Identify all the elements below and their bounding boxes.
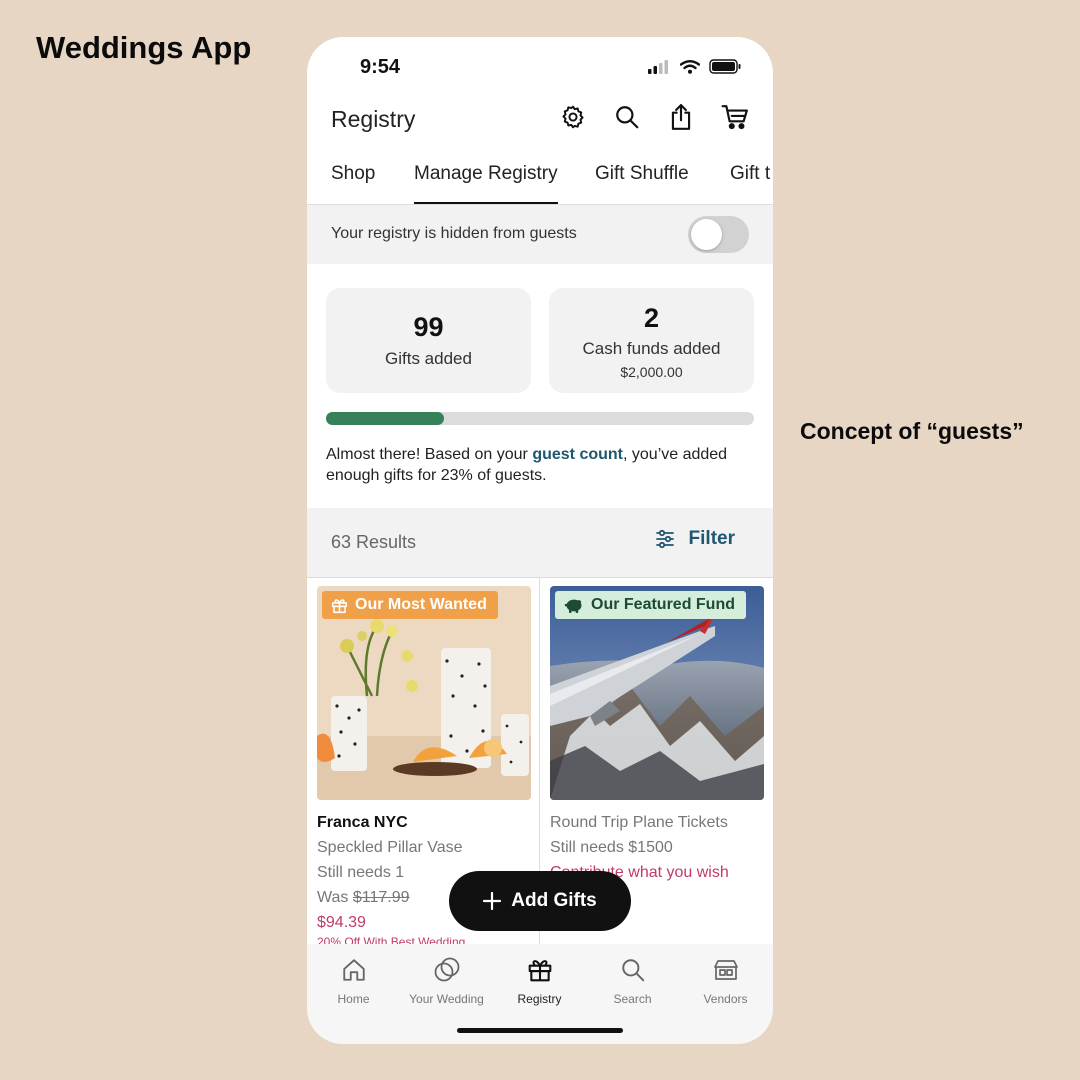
- rings-icon: [434, 957, 459, 982]
- status-time: 9:54: [360, 56, 401, 78]
- nav-registry-label: Registry: [517, 992, 562, 1006]
- battery-icon: [709, 59, 741, 79]
- filter-button[interactable]: Filter: [655, 528, 735, 550]
- tab-gift-truncated[interactable]: Gift t: [730, 163, 770, 204]
- status-bar: 9:54: [307, 37, 773, 97]
- gifts-label: Gifts added: [385, 349, 472, 368]
- grid-divider-horizontal: [307, 577, 773, 578]
- original-price: $117.99: [352, 889, 410, 906]
- status-icons: [647, 59, 741, 79]
- progress-note: Almost there! Based on your guest count,…: [326, 444, 754, 486]
- nav-registry[interactable]: Registry: [493, 954, 586, 1006]
- nav-your-wedding-label: Your Wedding: [409, 992, 484, 1006]
- cash-funds-count: 2: [643, 303, 660, 333]
- page-title: Registry: [331, 106, 416, 132]
- concept-note: Concept of “guests”: [800, 418, 1024, 444]
- nav-vendors-label: Vendors: [703, 992, 748, 1006]
- product-name: Speckled Pillar Vase: [317, 839, 463, 856]
- fund-needs: Still needs $1500: [550, 839, 673, 856]
- plane-tickets-image[interactable]: Our Featured Fund: [550, 586, 764, 800]
- nav-your-wedding[interactable]: Your Wedding: [400, 954, 493, 1006]
- home-indicator: [457, 1028, 623, 1033]
- nav-search[interactable]: Search: [586, 954, 679, 1006]
- search-icon: [621, 959, 644, 982]
- guest-count-link[interactable]: guest count: [532, 446, 623, 463]
- results-count: 63 Results: [331, 532, 417, 552]
- was-label: Was: [317, 889, 353, 906]
- search-icon: [616, 106, 639, 129]
- product-brand: Franca NYC: [317, 814, 408, 831]
- results-bar: 63 Results Filter: [307, 508, 773, 577]
- gift-icon: [331, 598, 348, 613]
- gifts-added-card[interactable]: 99 Gifts added: [326, 288, 531, 393]
- header-actions: [559, 103, 749, 131]
- plus-icon: [483, 892, 502, 910]
- most-wanted-label: Our Most Wanted: [355, 596, 487, 613]
- share-icon: [671, 104, 691, 130]
- filter-label: Filter: [688, 528, 735, 549]
- cash-funds-card[interactable]: 2 Cash funds added $2,000.00: [549, 288, 754, 393]
- tab-manage-registry[interactable]: Manage Registry: [414, 163, 558, 204]
- gear-icon: [562, 105, 584, 129]
- tab-shop[interactable]: Shop: [331, 163, 375, 204]
- cart-icon: [721, 105, 748, 130]
- storefront-icon: [713, 960, 738, 980]
- nav-home[interactable]: Home: [307, 954, 400, 1006]
- guest-progress-fill: [326, 412, 445, 425]
- header: Registry: [307, 97, 773, 147]
- nav-search-label: Search: [613, 992, 652, 1006]
- add-gifts-button[interactable]: Add Gifts: [449, 871, 631, 931]
- toggle-knob: [691, 219, 722, 250]
- nav-home-label: Home: [337, 992, 370, 1006]
- tab-bar: Shop Manage Registry Gift Shuffle Gift t: [307, 153, 773, 205]
- cart-button[interactable]: [721, 103, 749, 131]
- add-gifts-label: Add Gifts: [511, 890, 597, 911]
- phone-screen: 9:54 Registry Shop Manage Registry Gift …: [307, 37, 773, 1044]
- most-wanted-badge: Our Most Wanted: [322, 591, 498, 619]
- signal-icon: [647, 59, 671, 79]
- share-button[interactable]: [667, 103, 695, 131]
- cash-funds-amount: $2,000.00: [620, 364, 683, 380]
- featured-fund-badge: Our Featured Fund: [555, 591, 746, 619]
- visibility-text: Your registry is hidden from guests: [331, 225, 577, 242]
- nav-vendors[interactable]: Vendors: [679, 954, 772, 1006]
- cash-funds-label: Cash funds added: [582, 339, 721, 358]
- featured-fund-label: Our Featured Fund: [591, 596, 735, 613]
- progress-note-start: Almost there! Based on your: [326, 446, 533, 463]
- guest-progress-bar: [326, 412, 754, 425]
- search-button[interactable]: [613, 103, 641, 131]
- visibility-toggle[interactable]: [688, 216, 749, 253]
- settings-button[interactable]: [559, 103, 587, 131]
- sliders-icon: [655, 529, 674, 549]
- visibility-banner: Your registry is hidden from guests: [307, 205, 773, 264]
- fund-name: Round Trip Plane Tickets: [550, 814, 728, 831]
- tab-gift-shuffle[interactable]: Gift Shuffle: [595, 163, 689, 204]
- wifi-icon: [679, 59, 701, 79]
- piggy-bank-icon: [564, 599, 582, 613]
- gifts-count: 99: [413, 312, 444, 342]
- app-title: Weddings App: [36, 30, 252, 65]
- home-icon: [342, 959, 365, 981]
- gift-icon: [528, 960, 551, 982]
- vase-product-image[interactable]: Our Most Wanted: [317, 586, 531, 800]
